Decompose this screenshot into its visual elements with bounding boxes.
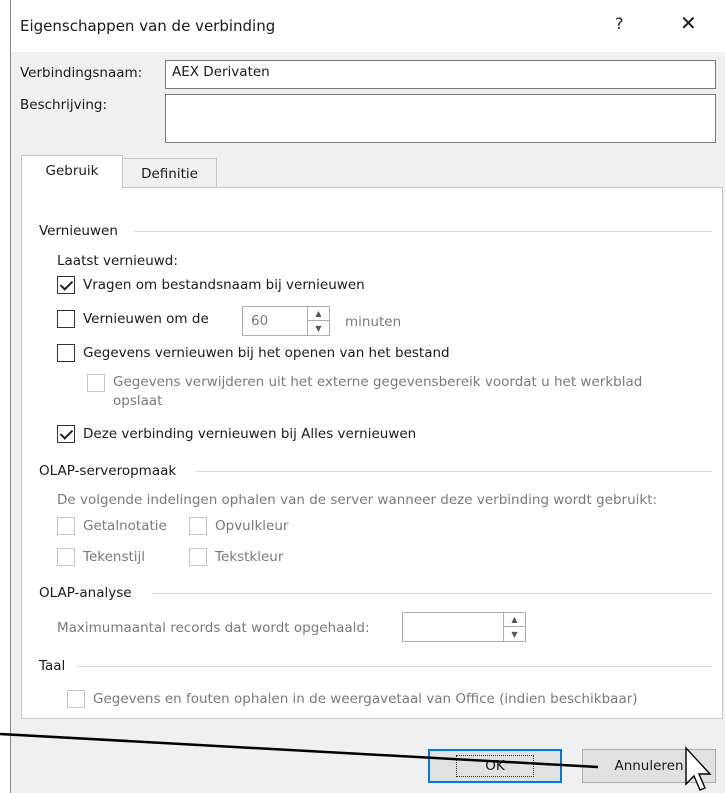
text-color-checkbox[interactable]: [189, 548, 207, 566]
ask-filename-label: Vragen om bestandsnaam bij vernieuwen: [83, 277, 365, 293]
description-label: Beschrijving:: [20, 97, 108, 113]
tab-definition-label: Definitie: [141, 166, 198, 182]
font-style-option[interactable]: Tekenstijl: [57, 548, 145, 566]
ok-button[interactable]: OK: [428, 749, 562, 783]
refresh-group-label: Vernieuwen: [39, 223, 118, 239]
refresh-on-open-label: Gegevens vernieuwen bij het openen van h…: [83, 345, 450, 361]
divider: [197, 471, 712, 472]
refresh-minutes-value: 60: [251, 313, 269, 329]
olap-analysis-group-label: OLAP-analyse: [39, 585, 132, 601]
divider: [134, 231, 712, 232]
fill-color-option[interactable]: Opvulkleur: [189, 517, 288, 535]
chevron-down-icon[interactable]: ▼: [308, 321, 329, 335]
refresh-all-option[interactable]: Deze verbinding vernieuwen bij Alles ver…: [57, 425, 416, 443]
remove-data-option[interactable]: Gegevens verwijderen uit het externe geg…: [87, 373, 667, 411]
title-bar: Eigenschappen van de verbinding ? ✕: [11, 0, 725, 52]
fill-color-checkbox[interactable]: [189, 517, 207, 535]
last-refreshed-label: Laatst vernieuwd:: [57, 253, 178, 269]
olap-format-description: De volgende indelingen ophalen van de se…: [57, 492, 658, 508]
ok-button-label: OK: [456, 755, 534, 777]
connection-name-value: AEX Derivaten: [172, 64, 270, 80]
refresh-on-open-option[interactable]: Gegevens vernieuwen bij het openen van h…: [57, 344, 450, 362]
refresh-all-checkbox[interactable]: [57, 425, 75, 443]
language-option-label: Gegevens en fouten ophalen in de weergav…: [93, 691, 638, 707]
text-color-label: Tekstkleur: [215, 549, 284, 565]
olap-format-group-label: OLAP-serveropmaak: [39, 463, 177, 479]
refresh-every-label: Vernieuwen om de: [83, 311, 209, 327]
refresh-on-open-checkbox[interactable]: [57, 344, 75, 362]
max-records-label: Maximumaantal records dat wordt opgehaal…: [57, 620, 370, 636]
language-checkbox[interactable]: [67, 690, 85, 708]
refresh-all-label: Deze verbinding vernieuwen bij Alles ver…: [83, 426, 417, 442]
font-style-label: Tekenstijl: [83, 549, 146, 565]
max-records-stepper[interactable]: ▲ ▼: [402, 612, 526, 642]
stepper-buttons[interactable]: ▲ ▼: [307, 307, 329, 335]
ask-filename-option[interactable]: Vragen om bestandsnaam bij vernieuwen: [57, 276, 365, 294]
fill-color-label: Opvulkleur: [215, 518, 289, 534]
chevron-up-icon[interactable]: ▲: [504, 613, 525, 627]
cancel-button[interactable]: Annuleren: [582, 749, 716, 783]
number-format-option[interactable]: Getalnotatie: [57, 517, 167, 535]
ask-filename-checkbox[interactable]: [57, 276, 75, 294]
minutes-unit-label: minuten: [345, 314, 402, 330]
chevron-up-icon[interactable]: ▲: [308, 307, 329, 321]
description-field[interactable]: [165, 94, 716, 143]
remove-data-checkbox[interactable]: [87, 374, 105, 392]
help-button[interactable]: ?: [615, 14, 624, 33]
font-style-checkbox[interactable]: [57, 548, 75, 566]
number-format-checkbox[interactable]: [57, 517, 75, 535]
divider: [152, 593, 712, 594]
close-icon[interactable]: ✕: [680, 11, 697, 35]
text-color-option[interactable]: Tekstkleur: [189, 548, 283, 566]
tab-usage-label: Gebruik: [45, 163, 99, 179]
remove-data-label: Gegevens verwijderen uit het externe geg…: [113, 374, 643, 409]
connection-name-field[interactable]: AEX Derivaten: [165, 60, 716, 89]
refresh-minutes-stepper[interactable]: 60 ▲ ▼: [242, 306, 330, 336]
number-format-label: Getalnotatie: [83, 518, 167, 534]
language-option[interactable]: Gegevens en fouten ophalen in de weergav…: [67, 690, 638, 708]
chevron-down-icon[interactable]: ▼: [504, 627, 525, 641]
refresh-every-checkbox[interactable]: [57, 310, 75, 328]
connection-name-label: Verbindingsnaam:: [20, 65, 143, 81]
usage-panel: Vernieuwen Laatst vernieuwd: Vragen om b…: [21, 187, 723, 719]
refresh-every-option[interactable]: Vernieuwen om de: [57, 310, 209, 328]
cancel-button-label: Annuleren: [614, 758, 684, 774]
stepper-buttons[interactable]: ▲ ▼: [503, 613, 525, 641]
tab-definition[interactable]: Definitie: [122, 158, 217, 188]
language-group-label: Taal: [39, 658, 66, 674]
dialog-title: Eigenschappen van de verbinding: [20, 17, 276, 35]
connection-properties-dialog: Eigenschappen van de verbinding ? ✕ Verb…: [10, 0, 725, 793]
divider: [77, 666, 712, 667]
tab-usage[interactable]: Gebruik: [21, 155, 123, 189]
